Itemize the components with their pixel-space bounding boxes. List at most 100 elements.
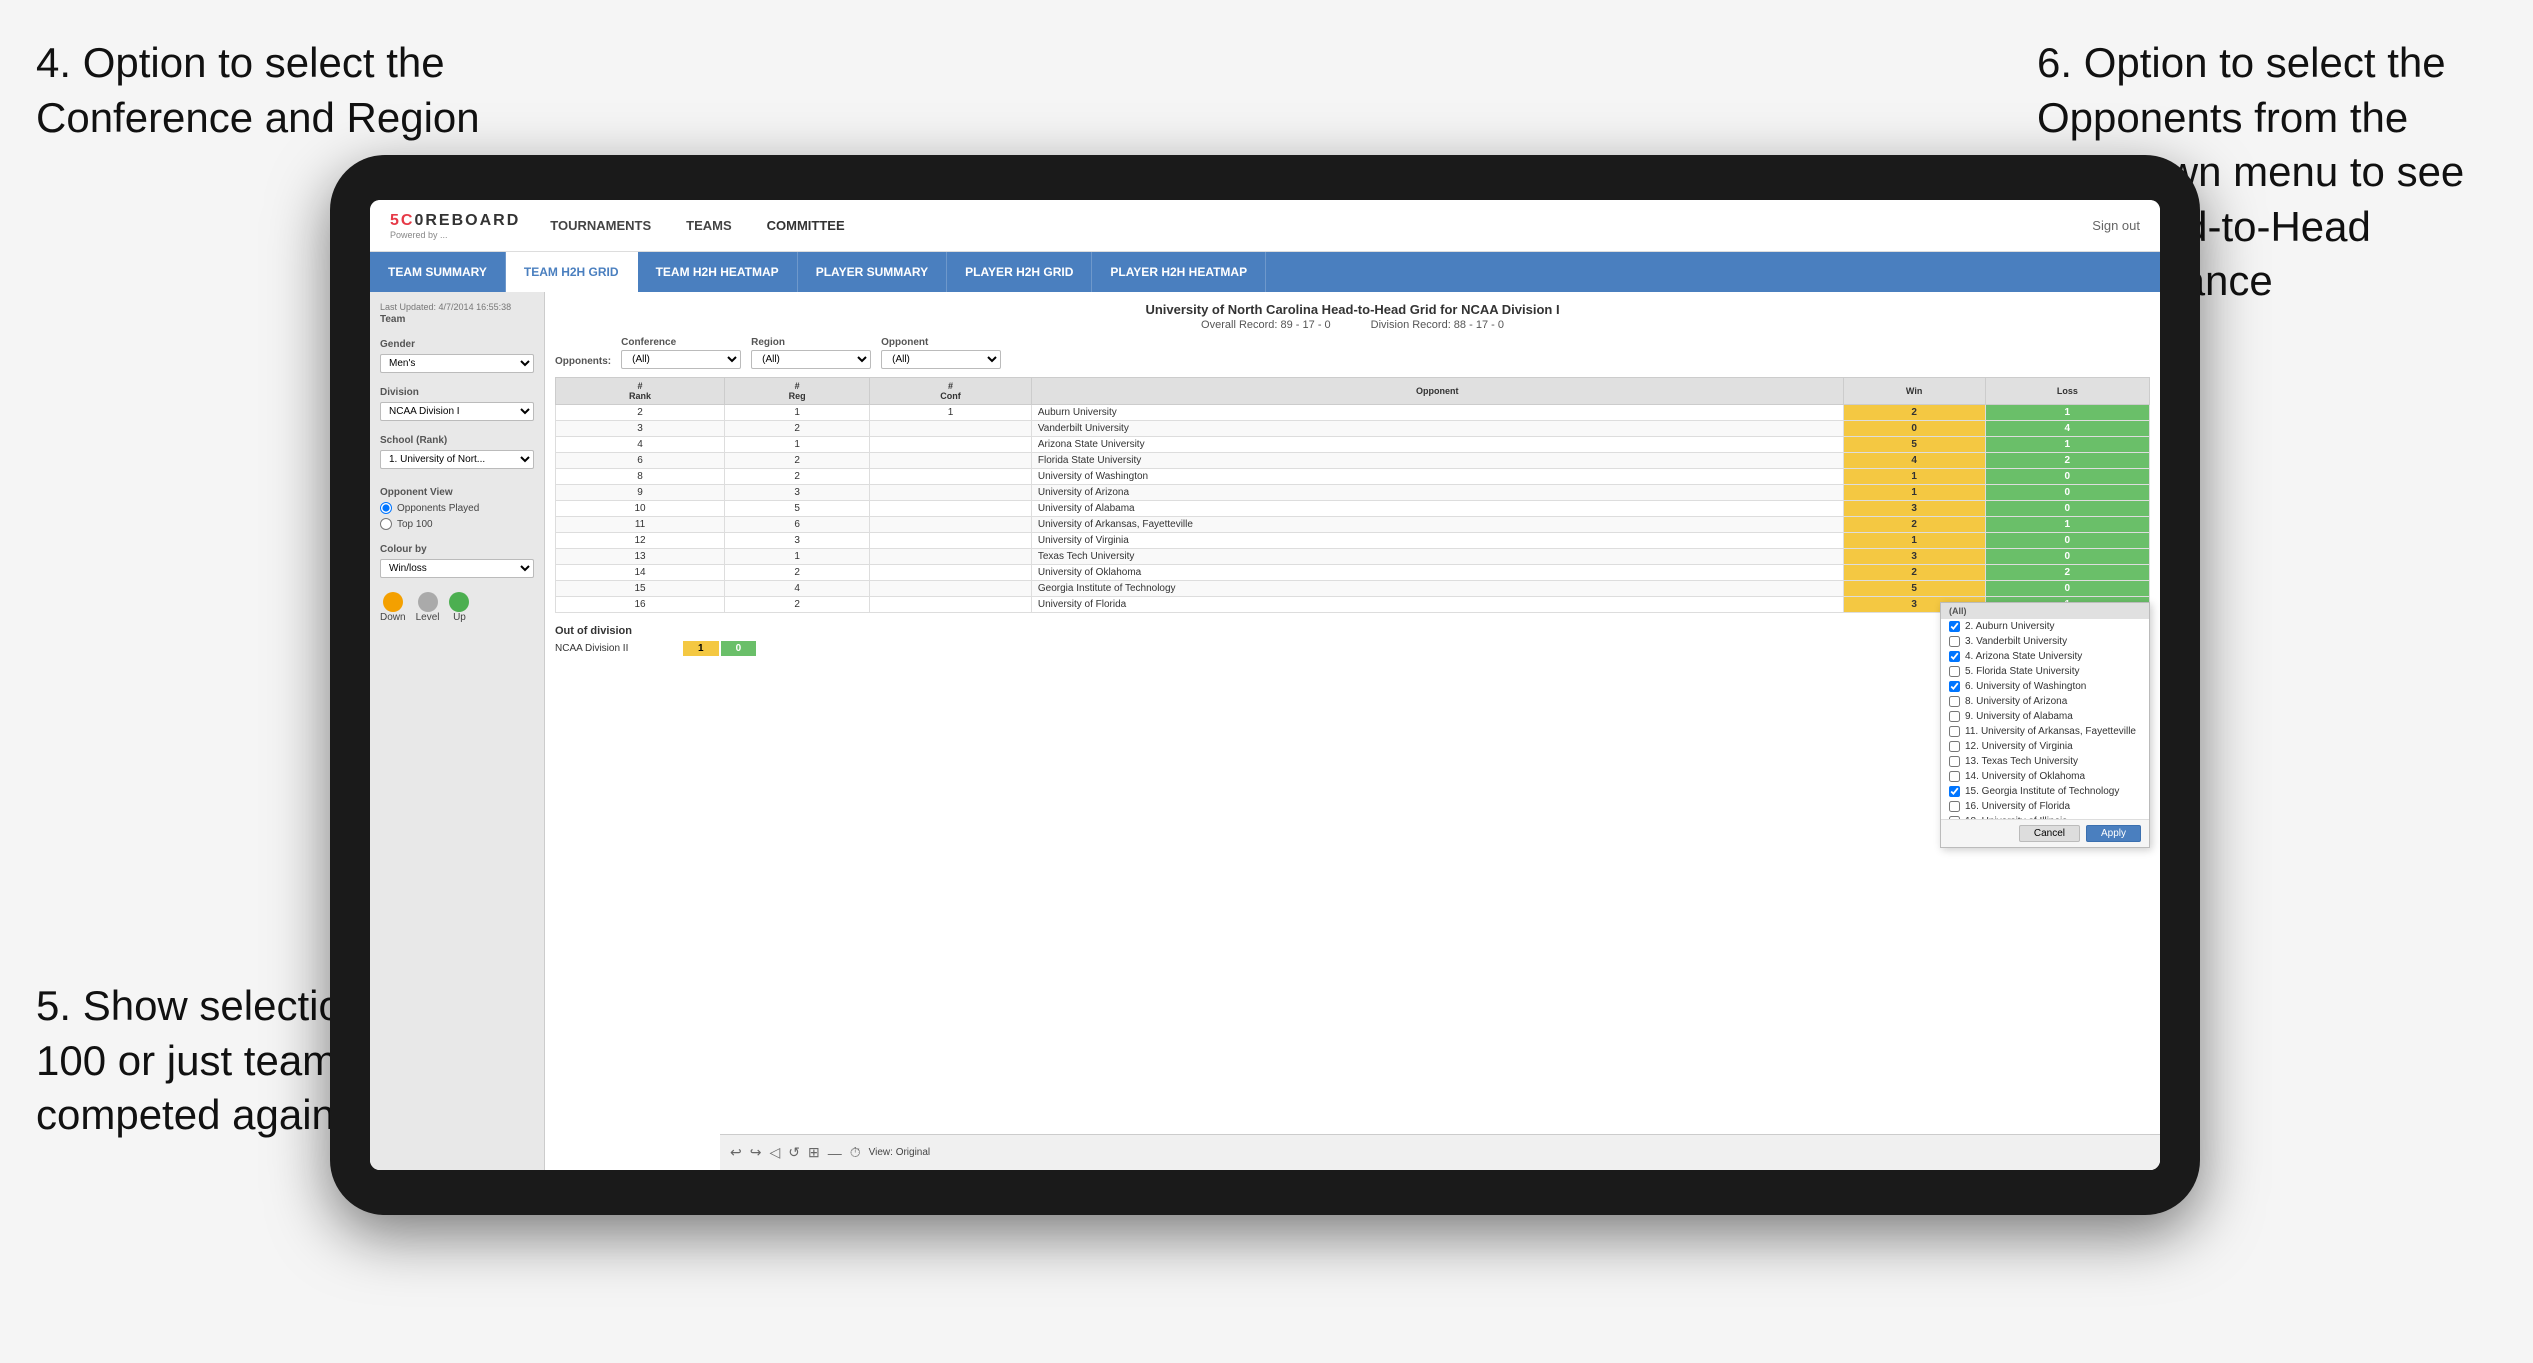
dropdown-checkbox[interactable] xyxy=(1949,681,1960,692)
school-select[interactable]: 1. University of Nort... xyxy=(380,450,534,469)
undo-icon[interactable]: ↩ xyxy=(730,1144,742,1161)
dropdown-checkbox[interactable] xyxy=(1949,711,1960,722)
dropdown-item[interactable]: 5. Florida State University xyxy=(1941,664,2149,679)
cell-conf xyxy=(870,565,1032,581)
col-conf: #Conf xyxy=(870,378,1032,405)
opponent-filter-select[interactable]: (All) xyxy=(881,350,1001,369)
dropdown-item-label: 15. Georgia Institute of Technology xyxy=(1965,786,2119,797)
tablet-device: 5C0REBOARD Powered by ... TOURNAMENTS TE… xyxy=(330,155,2200,1215)
cell-reg: 2 xyxy=(725,565,870,581)
cell-opponent: University of Washington xyxy=(1031,469,1843,485)
clock-icon[interactable]: ⏱ xyxy=(850,1144,861,1161)
colour-by-select[interactable]: Win/loss xyxy=(380,559,534,578)
dropdown-checkbox[interactable] xyxy=(1949,741,1960,752)
nav-signout[interactable]: Sign out xyxy=(2092,218,2140,233)
redo-icon[interactable]: ↪ xyxy=(750,1144,762,1161)
dropdown-item-label: 2. Auburn University xyxy=(1965,621,2055,632)
cell-reg: 1 xyxy=(725,405,870,421)
division2-bar: 1 0 xyxy=(683,641,756,656)
dash-icon[interactable]: — xyxy=(828,1145,842,1161)
cancel-button[interactable]: Cancel xyxy=(2019,825,2080,842)
dropdown-item[interactable]: 6. University of Washington xyxy=(1941,679,2149,694)
team-label: Team xyxy=(380,314,534,325)
tab-player-h2h-grid[interactable]: PLAYER H2H GRID xyxy=(947,252,1092,292)
tab-player-h2h-heatmap[interactable]: PLAYER H2H HEATMAP xyxy=(1092,252,1266,292)
dropdown-item[interactable]: 13. Texas Tech University xyxy=(1941,754,2149,769)
gender-label: Gender xyxy=(380,339,534,350)
copy-icon[interactable]: ⊞ xyxy=(808,1144,820,1161)
division-section: Division NCAA Division I xyxy=(380,387,534,421)
dropdown-checkbox[interactable] xyxy=(1949,666,1960,677)
col-opponent: Opponent xyxy=(1031,378,1843,405)
dropdown-item[interactable]: 4. Arizona State University xyxy=(1941,649,2149,664)
dropdown-item[interactable]: 12. University of Virginia xyxy=(1941,739,2149,754)
nav-teams[interactable]: TEAMS xyxy=(686,218,732,233)
gender-select[interactable]: Men's xyxy=(380,354,534,373)
dropdown-checkbox[interactable] xyxy=(1949,756,1960,767)
dropdown-list: 2. Auburn University 3. Vanderbilt Unive… xyxy=(1941,619,2149,819)
last-updated: Last Updated: 4/7/2014 16:55:38 xyxy=(380,302,534,312)
conference-filter-select[interactable]: (All) xyxy=(621,350,741,369)
region-filter-group: Region (All) xyxy=(751,337,871,369)
main-content: University of North Carolina Head-to-Hea… xyxy=(545,292,2160,1170)
division-select[interactable]: NCAA Division I xyxy=(380,402,534,421)
dropdown-checkbox[interactable] xyxy=(1949,786,1960,797)
nav-tournaments[interactable]: TOURNAMENTS xyxy=(550,218,651,233)
radio-top100[interactable]: Top 100 xyxy=(380,518,534,530)
dropdown-item[interactable]: 11. University of Arkansas, Fayetteville xyxy=(1941,724,2149,739)
dropdown-item[interactable]: 2. Auburn University xyxy=(1941,619,2149,634)
dropdown-item[interactable]: 3. Vanderbilt University xyxy=(1941,634,2149,649)
dropdown-item[interactable]: 8. University of Arizona xyxy=(1941,694,2149,709)
dropdown-checkbox[interactable] xyxy=(1949,636,1960,647)
cell-win: 2 xyxy=(1843,405,1985,421)
dropdown-item[interactable]: 9. University of Alabama xyxy=(1941,709,2149,724)
dropdown-item-label: 5. Florida State University xyxy=(1965,666,2080,677)
legend: Down Level Up xyxy=(380,592,534,623)
dropdown-item[interactable]: 14. University of Oklahoma xyxy=(1941,769,2149,784)
cell-reg: 3 xyxy=(725,485,870,501)
cell-opponent: Texas Tech University xyxy=(1031,549,1843,565)
cell-win: 1 xyxy=(1843,533,1985,549)
back-icon[interactable]: ◁ xyxy=(769,1144,780,1161)
dropdown-checkbox[interactable] xyxy=(1949,651,1960,662)
col-reg: #Reg xyxy=(725,378,870,405)
cell-reg: 2 xyxy=(725,469,870,485)
dropdown-item[interactable]: 16. University of Florida xyxy=(1941,799,2149,814)
apply-button[interactable]: Apply xyxy=(2086,825,2141,842)
opponents-filter-label: Opponents: xyxy=(555,356,611,367)
table-row: 14 2 University of Oklahoma 2 2 xyxy=(556,565,2150,581)
cell-win: 4 xyxy=(1843,453,1985,469)
dropdown-item-label: 4. Arizona State University xyxy=(1965,651,2082,662)
cell-loss: 2 xyxy=(1985,453,2149,469)
division2-loss: 0 xyxy=(721,641,757,656)
nav-committee[interactable]: COMMITTEE xyxy=(767,218,845,233)
tab-team-h2h-heatmap[interactable]: TEAM H2H HEATMAP xyxy=(638,252,798,292)
table-row: 8 2 University of Washington 1 0 xyxy=(556,469,2150,485)
dropdown-item-label: 18. University of Illinois xyxy=(1965,816,2067,819)
dropdown-item[interactable]: 15. Georgia Institute of Technology xyxy=(1941,784,2149,799)
dropdown-checkbox[interactable] xyxy=(1949,696,1960,707)
radio-opponents-played[interactable]: Opponents Played xyxy=(380,502,534,514)
dropdown-checkbox[interactable] xyxy=(1949,816,1960,819)
cell-opponent: Auburn University xyxy=(1031,405,1843,421)
cell-opponent: Georgia Institute of Technology xyxy=(1031,581,1843,597)
cell-loss: 0 xyxy=(1985,485,2149,501)
refresh-icon[interactable]: ↺ xyxy=(788,1144,800,1161)
dropdown-checkbox[interactable] xyxy=(1949,621,1960,632)
dropdown-item-label: 14. University of Oklahoma xyxy=(1965,771,2085,782)
cell-conf xyxy=(870,533,1032,549)
tablet-screen: 5C0REBOARD Powered by ... TOURNAMENTS TE… xyxy=(370,200,2160,1170)
region-filter-select[interactable]: (All) xyxy=(751,350,871,369)
dropdown-checkbox[interactable] xyxy=(1949,771,1960,782)
dropdown-item-label: 9. University of Alabama xyxy=(1965,711,2073,722)
tab-player-summary[interactable]: PLAYER SUMMARY xyxy=(798,252,947,292)
data-table: #Rank #Reg #Conf Opponent Win Loss 2 1 1… xyxy=(555,377,2150,613)
dropdown-checkbox[interactable] xyxy=(1949,801,1960,812)
sidebar: Last Updated: 4/7/2014 16:55:38 Team Gen… xyxy=(370,292,545,1170)
table-row: 4 1 Arizona State University 5 1 xyxy=(556,437,2150,453)
tab-team-h2h-grid[interactable]: TEAM H2H GRID xyxy=(506,252,638,292)
school-section: School (Rank) 1. University of Nort... xyxy=(380,435,534,469)
tab-team-summary[interactable]: TEAM SUMMARY xyxy=(370,252,506,292)
division2-row: NCAA Division II 1 0 xyxy=(555,641,2150,656)
dropdown-checkbox[interactable] xyxy=(1949,726,1960,737)
